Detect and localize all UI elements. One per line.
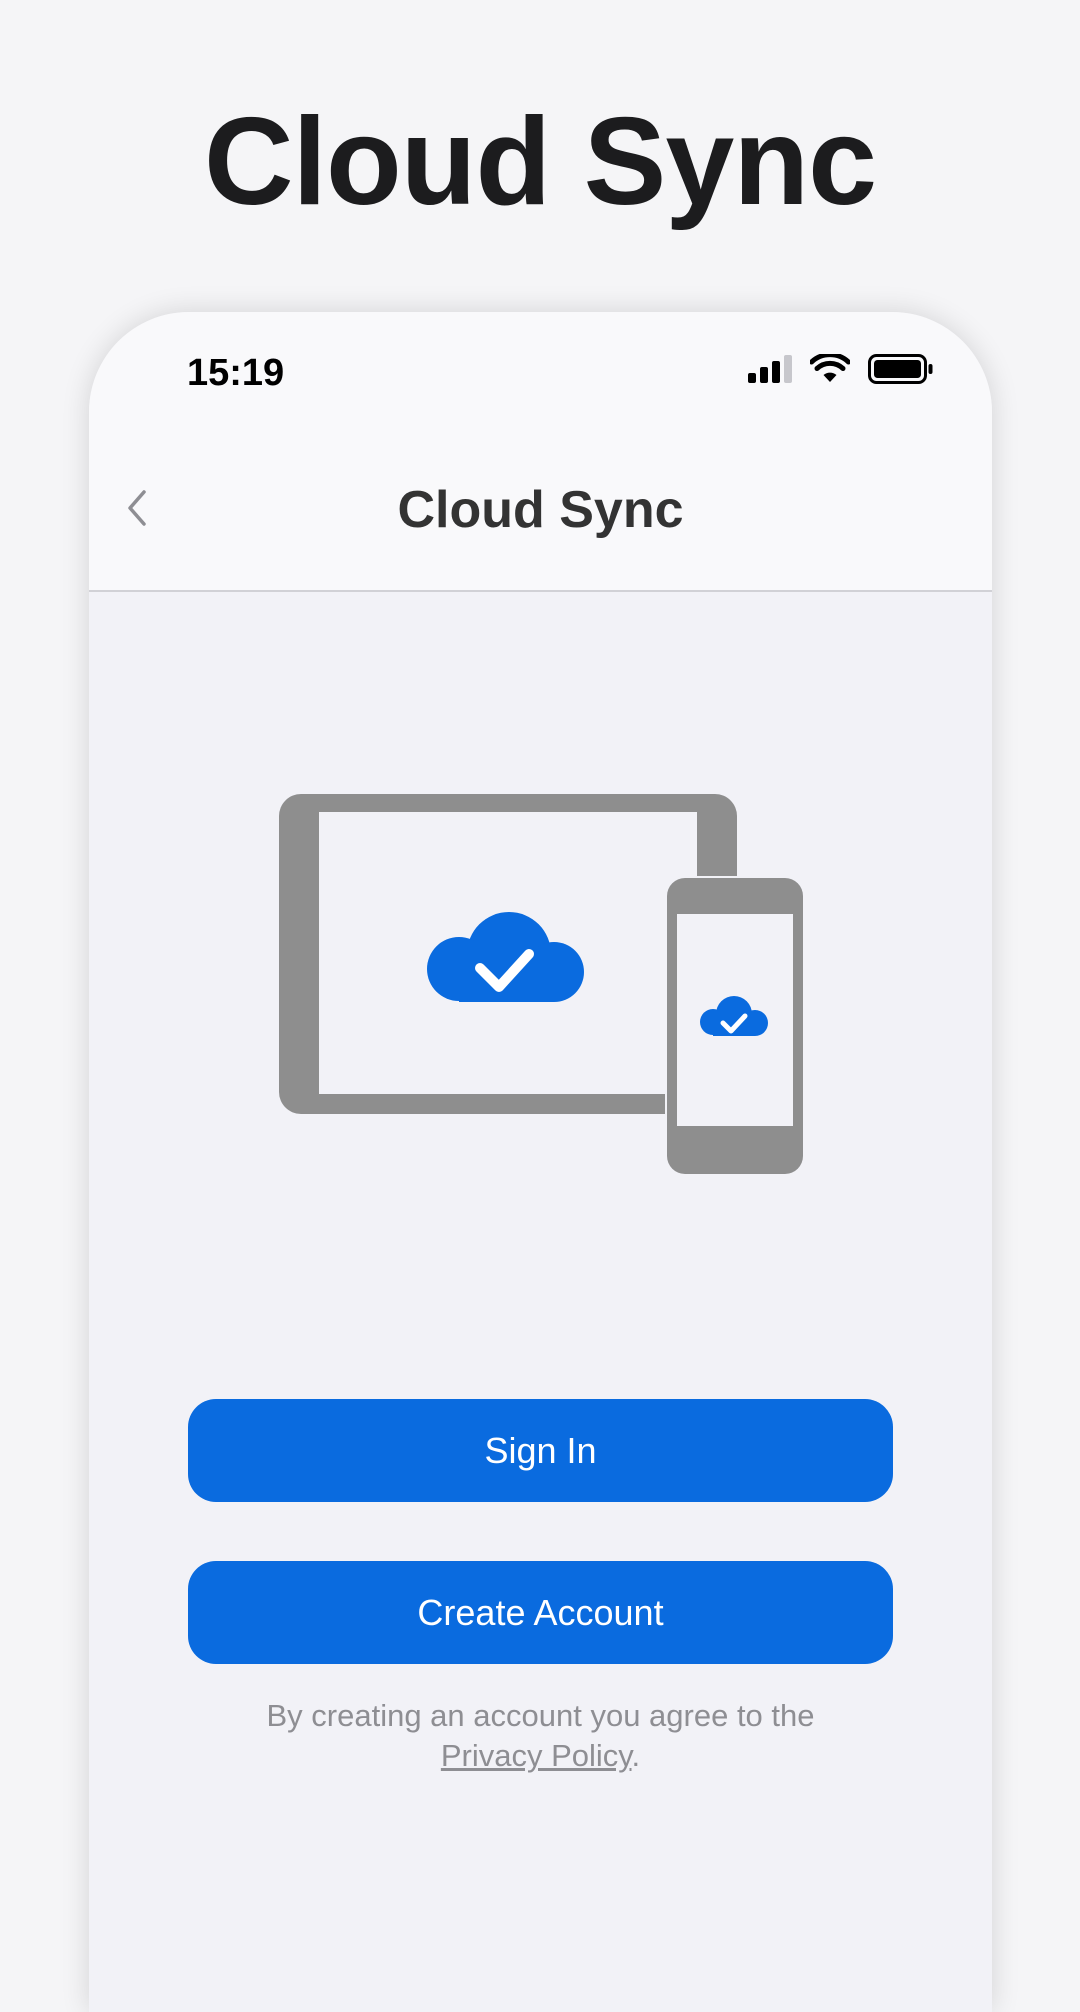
hero-title: Cloud Sync (203, 93, 877, 231)
nav-title: Cloud Sync (397, 481, 684, 539)
create-account-button[interactable]: Create Account (188, 1561, 893, 1664)
legal-notice-suffix: . (631, 1738, 641, 1773)
legal-notice-link-line: Privacy Policy. (89, 1736, 992, 1776)
status-bar: 15:19 (89, 312, 992, 432)
cellular-signal-icon (748, 355, 792, 383)
legal-notice-text: By creating an account you agree to the (266, 1698, 815, 1733)
legal-notice: By creating an account you agree to the … (89, 1696, 992, 1776)
battery-icon (868, 354, 933, 384)
phone-frame: 15:19 Cloud Sync Sign In Create Account … (89, 312, 992, 2012)
status-time: 15:19 (187, 352, 285, 394)
devices-sync-illustration (279, 794, 805, 1176)
privacy-policy-link[interactable]: Privacy Policy (441, 1738, 632, 1773)
status-icons (748, 354, 934, 384)
navigation-bar: Cloud Sync (89, 432, 992, 592)
wifi-icon (810, 354, 850, 382)
sign-in-button[interactable]: Sign In (188, 1399, 893, 1502)
